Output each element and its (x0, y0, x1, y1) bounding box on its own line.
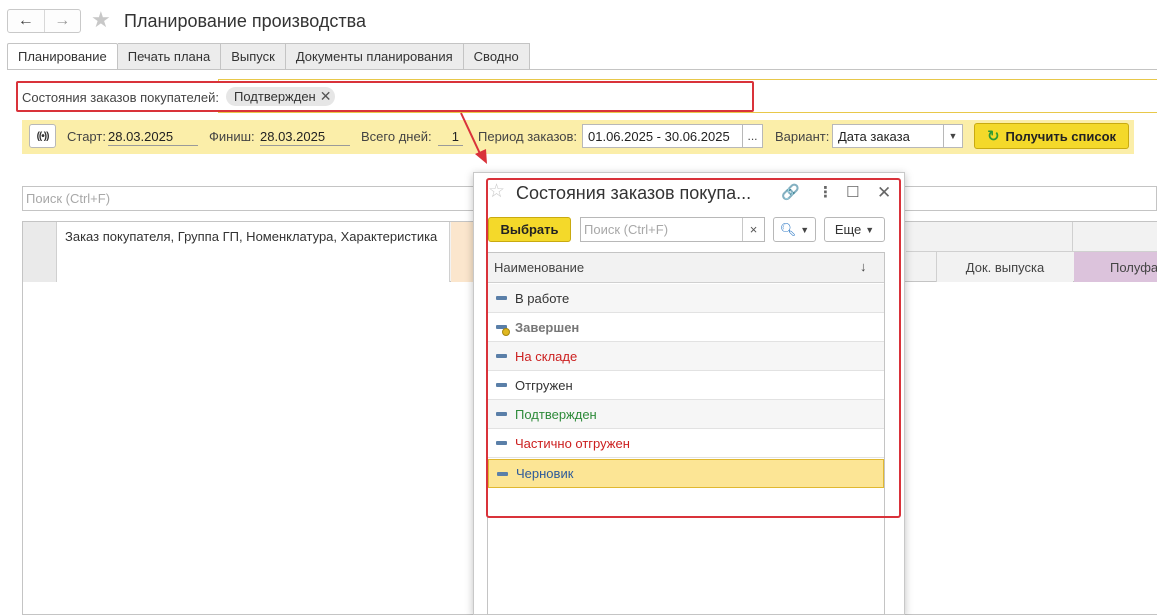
finish-label: Финиш: (209, 129, 255, 144)
popup-highlight (486, 178, 901, 518)
grid-row-selector-column (23, 222, 57, 282)
tab-planning[interactable]: Планирование (7, 43, 118, 70)
variant-select[interactable]: Дата заказа (832, 124, 944, 148)
start-label: Старт: (67, 129, 106, 144)
filter-chip[interactable]: Подтвержден ✕ (226, 87, 336, 106)
get-list-label: Получить список (1005, 128, 1117, 144)
grid-header-divider-v (1072, 222, 1073, 252)
nav-buttons: ← → (7, 9, 81, 33)
arrow-right-icon[interactable]: → (43, 10, 81, 32)
period-field[interactable]: 01.06.2025 - 30.06.2025 (582, 124, 743, 148)
broadcast-icon[interactable]: ((•)) (29, 124, 56, 148)
get-list-button[interactable]: ↻ Получить список (974, 123, 1129, 149)
variant-label: Вариант: (775, 129, 830, 144)
tab-print-plan[interactable]: Печать плана (117, 43, 222, 70)
filter-label: Состояния заказов покупателей: (22, 90, 219, 105)
arrow-left-icon[interactable]: ← (8, 10, 44, 32)
tab-output[interactable]: Выпуск (221, 43, 286, 70)
star-icon[interactable]: ★ (91, 9, 111, 31)
tab-summary[interactable]: Сводно (463, 43, 530, 70)
grid-main-column-title[interactable]: Заказ покупателя, Группа ГП, Номенклатур… (65, 229, 437, 244)
tab-bar: Планирование Печать плана Выпуск Докумен… (7, 43, 530, 70)
grid-doc-column[interactable]: Док. выпуска (936, 252, 1073, 282)
days-label: Всего дней: (361, 129, 432, 144)
tab-planning-docs[interactable]: Документы планирования (285, 43, 464, 70)
period-select-button[interactable]: ... (742, 124, 763, 148)
page-title: Планирование производства (124, 11, 367, 31)
chevron-down-icon[interactable]: ▼ (943, 124, 963, 148)
filter-chip-label: Подтвержден (234, 89, 316, 104)
finish-date-field[interactable]: 28.03.2025 (260, 129, 350, 146)
refresh-icon: ↻ (986, 128, 1000, 145)
close-icon[interactable]: ✕ (320, 88, 332, 105)
grid-semi-column[interactable]: Полуфа (1074, 252, 1157, 282)
start-date-field[interactable]: 28.03.2025 (108, 129, 198, 146)
annotation-arrow (460, 112, 487, 164)
tab-divider (7, 69, 1157, 70)
